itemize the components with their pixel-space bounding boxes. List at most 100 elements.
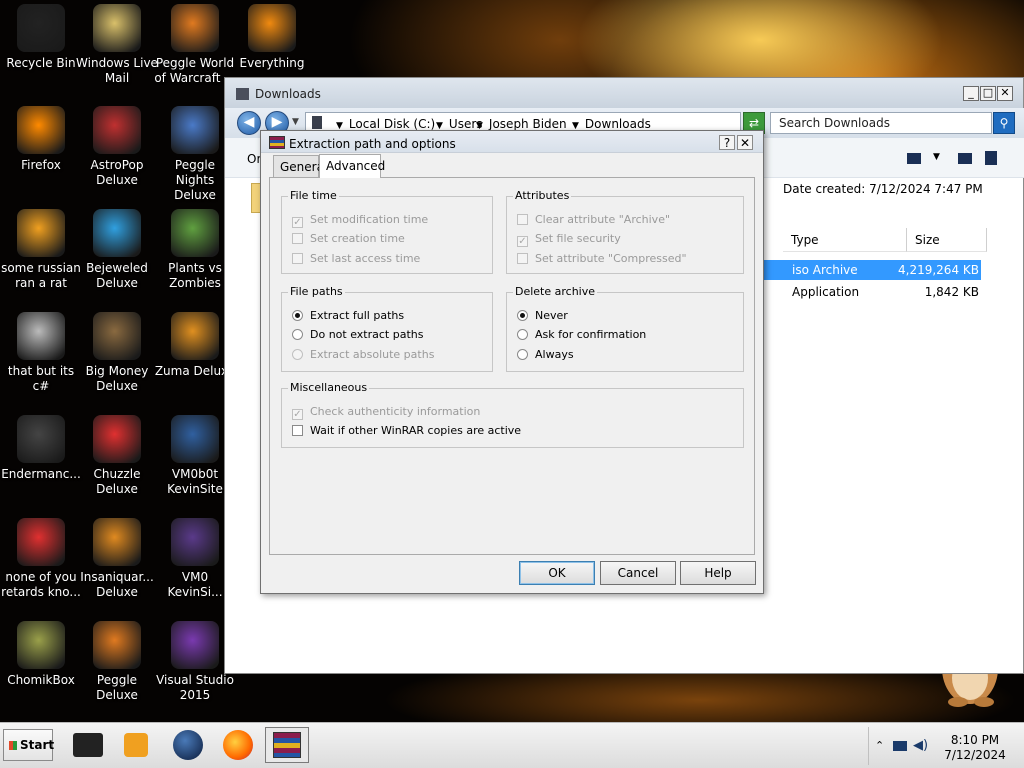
delete-ask-confirmation-radio[interactable]: Ask for confirmation — [517, 328, 646, 341]
file-row[interactable]: Application 1,842 KB — [763, 282, 981, 302]
desktop-icon-label: Everything — [239, 56, 305, 70]
desktop-icon-label: ChomikBox — [7, 673, 75, 687]
desktop-icon[interactable]: none of you retards kno... — [0, 518, 82, 600]
clock-date: 7/12/2024 — [944, 748, 1006, 762]
explorer-title: Downloads — [255, 87, 321, 101]
recycle-bin-icon — [17, 4, 65, 52]
desktop-icon[interactable]: Bejeweled Deluxe — [76, 209, 158, 291]
file-row[interactable]: iso Archive 4,219,264 KB — [763, 260, 981, 280]
set-compressed-attribute-checkbox[interactable]: Set attribute "Compressed" — [517, 252, 687, 265]
vm-icon — [171, 415, 219, 463]
recent-pages-dropdown[interactable]: ▼ — [292, 117, 299, 127]
desktop-icon[interactable]: Everything — [231, 4, 313, 71]
clock[interactable]: 8:10 PM 7/12/2024 — [935, 733, 1015, 763]
maximize-button[interactable]: □ — [980, 86, 996, 101]
taskbar-app-computer[interactable] — [66, 727, 110, 763]
breadcrumb-user[interactable]: ▼ Joseph Biden — [476, 117, 567, 131]
clear-archive-attribute-checkbox[interactable]: Clear attribute "Archive" — [517, 213, 670, 226]
winrar-icon — [269, 136, 285, 149]
desktop-icon-label: Insaniquar... Deluxe — [80, 570, 154, 599]
desktop-icon[interactable]: Chuzzle Deluxe — [76, 415, 158, 497]
desktop-icon[interactable]: Peggle Deluxe — [76, 621, 158, 703]
chuzzle-icon — [93, 415, 141, 463]
tab-advanced[interactable]: Advanced — [319, 154, 385, 178]
breadcrumb-downloads[interactable]: ▼ Downloads — [572, 117, 651, 131]
radio-icon — [517, 349, 528, 360]
desktop-icon[interactable]: that but its c# — [0, 312, 82, 394]
column-header-type[interactable]: Type — [783, 228, 907, 252]
desktop-icon-label: Windows Live Mail — [76, 56, 158, 85]
group-title: Delete archive — [513, 285, 598, 298]
preview-pane-icon[interactable] — [958, 153, 972, 164]
desktop-icon[interactable]: Insaniquar... Deluxe — [76, 518, 158, 600]
check-authenticity-checkbox[interactable]: ✓ Check authenticity information — [292, 405, 480, 420]
desktop-icon-label: Chuzzle Deluxe — [93, 467, 141, 496]
desktop-icon-label: that but its c# — [7, 364, 75, 393]
folder-icon — [236, 88, 249, 100]
desktop-icon[interactable]: Endermanc... — [0, 415, 82, 482]
close-button[interactable]: ✕ — [997, 86, 1013, 101]
desktop-icon[interactable]: Recycle Bin — [0, 4, 82, 71]
delete-never-radio[interactable]: Never — [517, 309, 568, 322]
extraction-options-dialog: Extraction path and options ? ✕ General … — [260, 130, 764, 594]
delete-always-radio[interactable]: Always — [517, 348, 574, 361]
help-icon[interactable] — [985, 151, 997, 165]
show-hidden-icons-icon[interactable]: ⌃ — [875, 739, 884, 752]
desktop-icon-label: AstroPop Deluxe — [90, 158, 144, 187]
dialog-titlebar[interactable]: Extraction path and options ? ✕ — [261, 131, 763, 153]
desktop-icon-label: some russian ran a rat — [1, 261, 81, 290]
set-file-security-checkbox[interactable]: ✓ Set file security — [517, 232, 621, 247]
set-last-access-time-checkbox[interactable]: Set last access time — [292, 252, 420, 265]
drive-icon — [312, 116, 322, 129]
dialog-help-button[interactable]: ? — [719, 135, 735, 150]
back-button[interactable]: ◀ — [237, 111, 261, 135]
desktop-icon[interactable]: Big Money Deluxe — [76, 312, 158, 394]
desktop-icon-label: Visual Studio 2015 — [156, 673, 234, 702]
desktop-icon[interactable]: ChomikBox — [0, 621, 82, 688]
desktop-icon[interactable]: some russian ran a rat — [0, 209, 82, 291]
group-title: File paths — [288, 285, 345, 298]
group-title: Attributes — [513, 189, 572, 202]
ok-button[interactable]: OK — [519, 561, 595, 585]
start-button[interactable]: Start — [3, 729, 54, 761]
set-creation-time-checkbox[interactable]: Set creation time — [292, 232, 405, 245]
taskbar-app-globe[interactable] — [166, 727, 210, 763]
search-input[interactable]: Search Downloads — [770, 112, 992, 134]
set-modification-time-checkbox[interactable]: ✓ Set modification time — [292, 213, 428, 228]
checkbox-icon: ✓ — [292, 217, 303, 228]
search-icon[interactable]: ⚲ — [993, 112, 1015, 134]
explorer-titlebar[interactable]: Downloads _ □ ✕ — [225, 78, 1023, 108]
extract-full-paths-radio[interactable]: Extract full paths — [292, 309, 404, 322]
desktop-icon[interactable]: Peggle World of Warcraft ... — [154, 4, 236, 86]
column-header-size[interactable]: Size — [907, 228, 987, 252]
taskbar-app-media-player[interactable] — [114, 727, 158, 763]
radio-icon — [292, 329, 303, 340]
desktop-icon[interactable]: Firefox — [0, 106, 82, 173]
desktop-icon[interactable]: Windows Live Mail — [76, 4, 158, 86]
astropop-icon — [93, 106, 141, 154]
minimize-button[interactable]: _ — [963, 86, 979, 101]
radio-icon — [292, 349, 303, 360]
do-not-extract-paths-radio[interactable]: Do not extract paths — [292, 328, 423, 341]
extract-absolute-paths-radio[interactable]: Extract absolute paths — [292, 348, 434, 361]
group-delete-archive: Delete archive Never Ask for confirmatio… — [506, 285, 744, 372]
network-icon[interactable] — [893, 741, 907, 751]
taskbar-app-firefox[interactable] — [216, 727, 260, 763]
desktop-icon[interactable]: AstroPop Deluxe — [76, 106, 158, 188]
desktop-icon-label: Recycle Bin — [6, 56, 76, 70]
breadcrumb-local-disk[interactable]: ▼ Local Disk (C:) — [336, 117, 435, 131]
dialog-close-button[interactable]: ✕ — [737, 135, 753, 150]
wait-other-winrar-checkbox[interactable]: Wait if other WinRAR copies are active — [292, 424, 521, 437]
tab-general[interactable]: General — [273, 155, 327, 178]
view-dropdown-icon[interactable]: ▼ — [933, 152, 940, 162]
taskbar-app-winrar[interactable] — [265, 727, 309, 763]
cancel-button[interactable]: Cancel — [600, 561, 676, 585]
volume-icon[interactable]: ◀) — [913, 738, 928, 753]
desktop-icon-label: Endermanc... — [1, 467, 81, 481]
view-icon[interactable] — [907, 153, 921, 164]
peggle-icon — [171, 4, 219, 52]
desktop-icon-label: none of you retards kno... — [1, 570, 81, 599]
bejeweled-icon — [93, 209, 141, 257]
file-size: 4,219,264 KB — [898, 263, 979, 277]
help-button[interactable]: Help — [680, 561, 756, 585]
